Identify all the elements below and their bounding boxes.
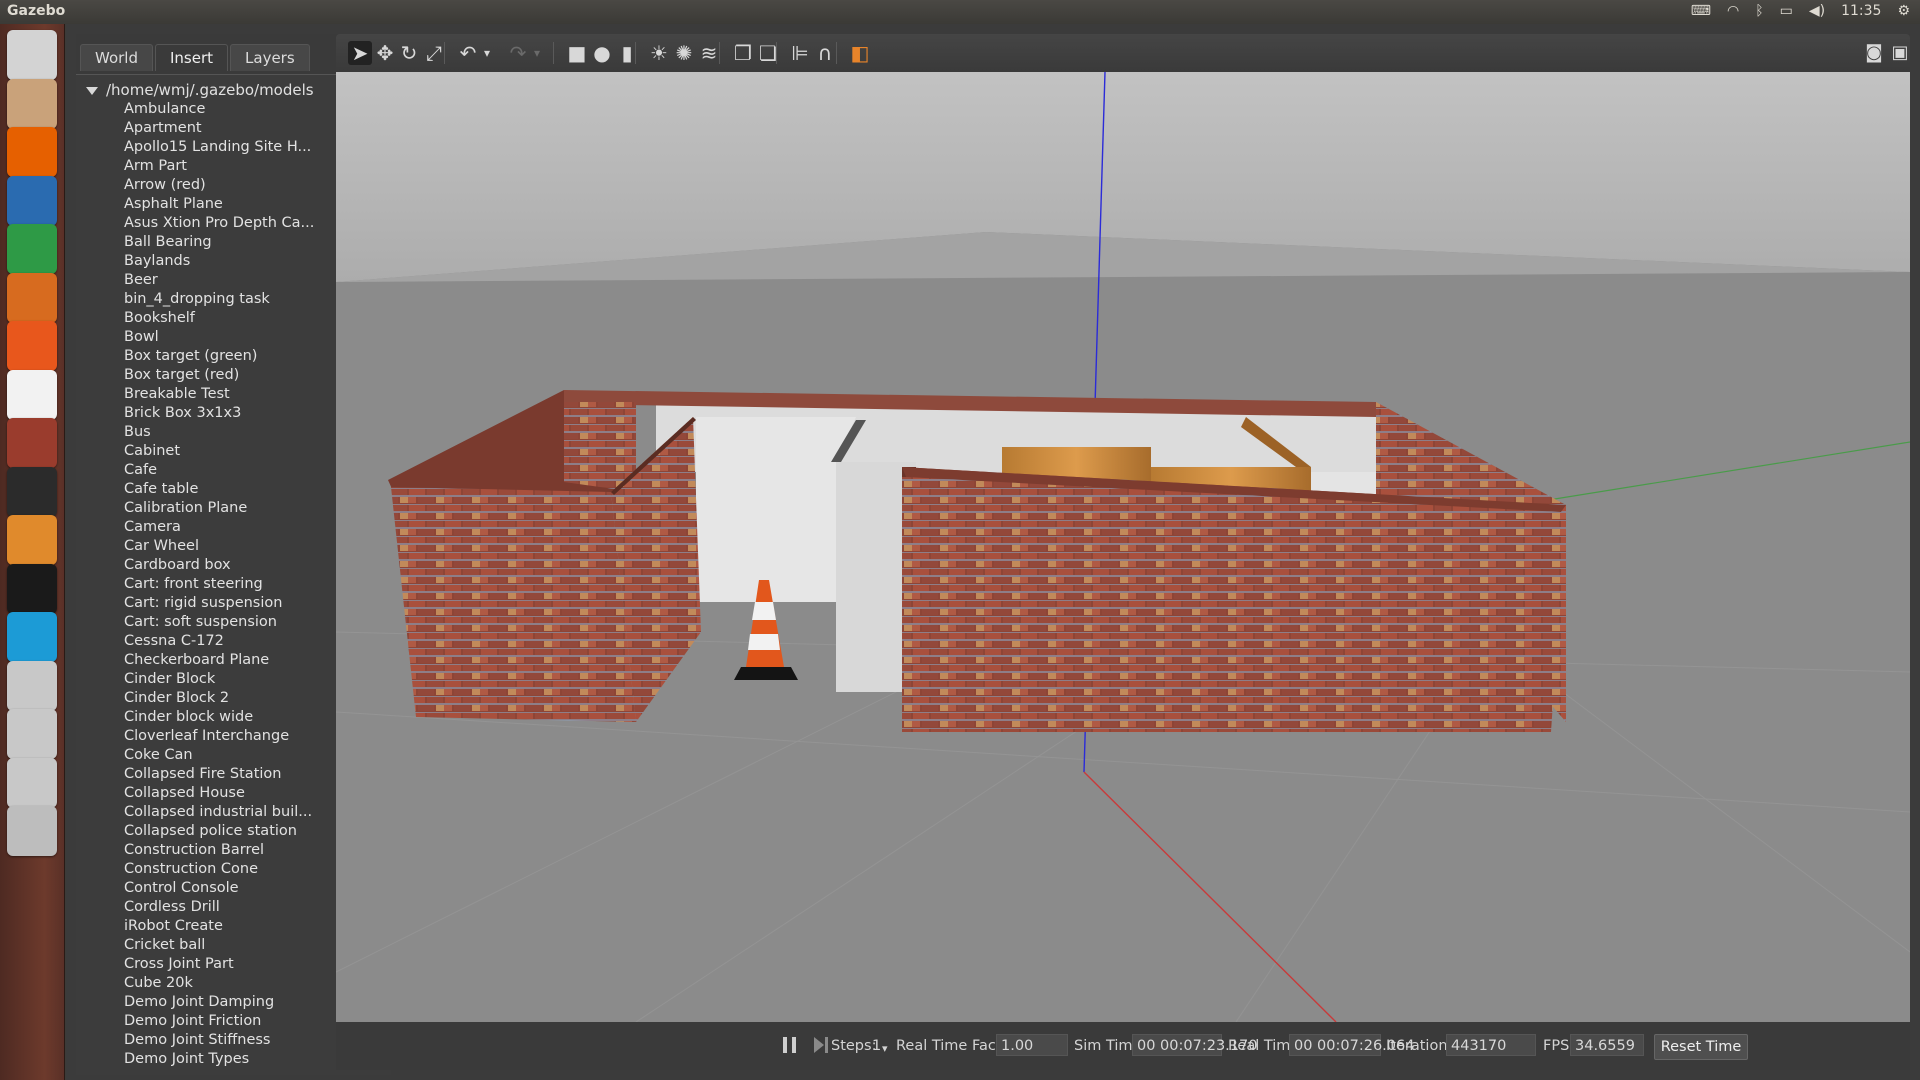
drive-icon-3[interactable] bbox=[7, 757, 57, 808]
sphere-shape-icon[interactable]: ● bbox=[590, 41, 614, 65]
translate-tool-icon[interactable]: ✥ bbox=[373, 41, 397, 65]
panel-tabs: World Insert Layers bbox=[80, 44, 310, 72]
tab-insert[interactable]: Insert bbox=[155, 44, 229, 71]
main-panel: ➤ ✥ ↻ ⤢ ↶ ▾ ↷ ▾ ■ ● ▮ ☀ ✺ ≋ ❐ ❏ ⊫ ∩ ◧ ◙ ▣ bbox=[336, 34, 1910, 1070]
expand-arrow-icon[interactable] bbox=[86, 86, 98, 95]
step-icon[interactable] bbox=[814, 1037, 828, 1053]
software-center-icon[interactable] bbox=[7, 321, 57, 371]
spot-light-icon[interactable]: ✺ bbox=[672, 41, 696, 65]
tab-world[interactable]: World bbox=[80, 44, 153, 71]
directional-light-icon[interactable]: ≋ bbox=[697, 41, 721, 65]
toolbar-separator bbox=[719, 42, 720, 64]
sim-time-field[interactable]: 00 00:07:23.170 bbox=[1132, 1034, 1257, 1056]
toolbar-separator bbox=[635, 42, 636, 64]
tree-root[interactable]: /home/wmj/.gazebo/models bbox=[86, 81, 314, 99]
unity-launcher bbox=[0, 24, 65, 1080]
rotate-tool-icon[interactable]: ↻ bbox=[397, 41, 421, 65]
select-tool-icon[interactable]: ➤ bbox=[348, 41, 372, 65]
traffic-cone-stripe-1 bbox=[752, 602, 776, 620]
media-player-icon[interactable] bbox=[7, 612, 57, 662]
calc-icon[interactable] bbox=[7, 224, 57, 274]
ubuntu-dash-icon[interactable] bbox=[7, 30, 57, 80]
pause-icon[interactable] bbox=[783, 1037, 797, 1053]
gazebo-window: World Insert Layers /home/wmj/.gazebo/mo… bbox=[66, 24, 1920, 1080]
bluetooth-icon[interactable]: ᛒ bbox=[1755, 3, 1763, 19]
battery-icon[interactable]: ▭ bbox=[1780, 3, 1793, 19]
indicator-area: ⌨ ◠ ᛒ ▭ ◀) 11:35 ⚙ bbox=[1691, 3, 1910, 19]
brick-wall-left-back bbox=[564, 402, 636, 492]
white-inner-wall-left bbox=[696, 417, 856, 602]
scene-render bbox=[336, 72, 1910, 1022]
record-icon[interactable]: ▣ bbox=[1888, 41, 1912, 65]
brick-wall-left-front bbox=[391, 487, 636, 722]
steps-dropdown-icon[interactable]: ▾ bbox=[882, 1042, 888, 1055]
screenshot-icon[interactable]: ◙ bbox=[1862, 41, 1886, 65]
fps-field[interactable]: 34.6559 bbox=[1570, 1034, 1644, 1056]
simulation-status-bar: Steps: 1 ▾ Real Time Factor: 1.00 Sim Ti… bbox=[336, 1022, 1910, 1070]
real-time-factor-field[interactable]: 1.00 bbox=[996, 1034, 1068, 1056]
point-light-icon[interactable]: ☀ bbox=[647, 41, 671, 65]
align-icon[interactable]: ⊫ bbox=[788, 41, 812, 65]
view-angle-icon[interactable]: ◧ bbox=[848, 41, 872, 65]
3d-viewport[interactable] bbox=[336, 72, 1910, 1022]
qq-icon[interactable] bbox=[7, 563, 57, 614]
toolbar-separator bbox=[444, 42, 445, 64]
snap-icon[interactable]: ∩ bbox=[813, 41, 837, 65]
toolbar-separator bbox=[553, 42, 554, 64]
traffic-cone-base bbox=[734, 667, 798, 680]
app-title: Gazebo bbox=[7, 3, 66, 19]
trash-icon[interactable] bbox=[7, 806, 57, 856]
files-icon[interactable] bbox=[7, 78, 57, 129]
volume-icon[interactable]: ◀) bbox=[1809, 3, 1825, 19]
toolbar-separator bbox=[776, 42, 777, 64]
drive-icon-2[interactable] bbox=[7, 709, 57, 759]
copy-icon[interactable]: ❐ bbox=[731, 41, 755, 65]
firefox-icon[interactable] bbox=[7, 127, 57, 177]
system-settings-icon[interactable] bbox=[7, 418, 57, 468]
writer-icon[interactable] bbox=[7, 175, 57, 226]
traffic-cone-stripe-2 bbox=[748, 634, 780, 650]
box-shape-icon[interactable]: ■ bbox=[565, 41, 589, 65]
toolbar-separator bbox=[836, 42, 837, 64]
tab-layers[interactable]: Layers bbox=[230, 44, 310, 71]
steps-value[interactable]: 1 bbox=[872, 1038, 881, 1054]
wifi-icon[interactable]: ◠ bbox=[1727, 3, 1739, 19]
iterations-field[interactable]: 443170 bbox=[1446, 1034, 1536, 1056]
tree-root-label: /home/wmj/.gazebo/models bbox=[106, 81, 314, 99]
gazebo-icon[interactable] bbox=[7, 515, 57, 565]
real-time-field[interactable]: 00 00:07:26.064 bbox=[1289, 1034, 1414, 1056]
keyboard-icon[interactable]: ⌨ bbox=[1691, 3, 1711, 19]
reset-time-button[interactable]: Reset Time bbox=[1654, 1034, 1748, 1060]
settings-icon[interactable]: ⚙ bbox=[1897, 3, 1910, 19]
scale-tool-icon[interactable]: ⤢ bbox=[422, 41, 446, 65]
system-top-bar: Gazebo ⌨ ◠ ᛒ ▭ ◀) 11:35 ⚙ bbox=[0, 0, 1920, 24]
redo-icon[interactable]: ↷ bbox=[506, 41, 530, 65]
steps-label: Steps: bbox=[831, 1038, 877, 1054]
undo-history-icon[interactable]: ▾ bbox=[481, 41, 493, 65]
redo-history-icon[interactable]: ▾ bbox=[531, 41, 543, 65]
undo-icon[interactable]: ↶ bbox=[456, 41, 480, 65]
terminal-icon[interactable] bbox=[7, 466, 57, 517]
clock[interactable]: 11:35 bbox=[1841, 3, 1881, 19]
toolbar: ➤ ✥ ↻ ⤢ ↶ ▾ ↷ ▾ ■ ● ▮ ☀ ✺ ≋ ❐ ❏ ⊫ ∩ ◧ ◙ ▣ bbox=[336, 34, 1910, 72]
step-glyph bbox=[814, 1037, 828, 1053]
impress-icon[interactable] bbox=[7, 272, 57, 323]
amazon-icon[interactable] bbox=[7, 369, 57, 420]
drive-icon-1[interactable] bbox=[7, 660, 57, 711]
